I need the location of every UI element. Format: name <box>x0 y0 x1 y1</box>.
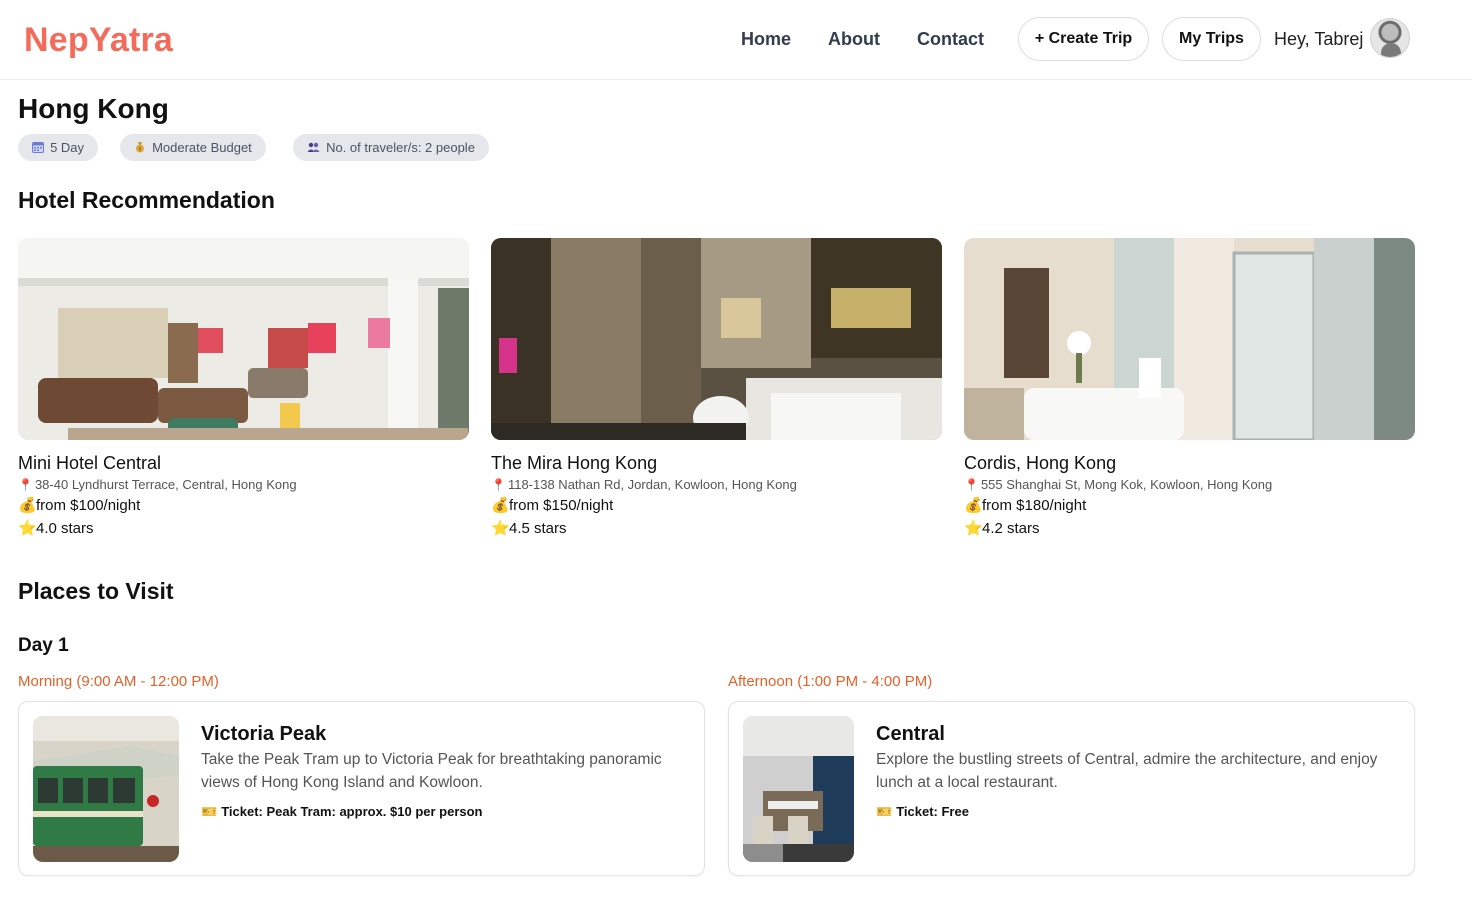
place-description: Explore the bustling streets of Central,… <box>876 751 1378 791</box>
create-trip-button[interactable]: + Create Trip <box>1018 17 1149 61</box>
calendar-icon <box>32 142 47 155</box>
place-image <box>33 716 179 862</box>
ticket-icon: 🎫 <box>201 804 218 819</box>
hotel-card[interactable]: Mini Hotel Central 📍 38-40 Lyndhurst Terr… <box>18 238 469 539</box>
nav-home-link[interactable]: Home <box>741 28 791 50</box>
user-avatar[interactable] <box>1370 18 1410 58</box>
hotel-card[interactable]: Cordis, Hong Kong 📍 555 Shanghai St, Mong… <box>964 238 1415 539</box>
hotel-image <box>491 238 942 440</box>
travelers-label: No. of traveler/s: 2 people <box>326 140 475 155</box>
place-description: Take the Peak Tram up to Victoria Peak f… <box>201 751 662 791</box>
money-bag-icon: 💰 <box>491 497 510 514</box>
hotel-name: Cordis, Hong Kong <box>964 453 1117 473</box>
my-trips-button[interactable]: My Trips <box>1162 17 1261 61</box>
hotel-price: 💰from $180/night <box>964 497 1087 514</box>
pin-icon: 📍 <box>18 478 33 492</box>
place-ticket: 🎫 Ticket: Peak Tram: approx. $10 per pers… <box>201 804 483 819</box>
afternoon-slot-title: Afternoon (1:00 PM - 4:00 PM) <box>728 673 933 690</box>
user-greeting: Hey, Tabrej <box>1274 29 1364 49</box>
logo[interactable]: NepYatra <box>24 20 173 60</box>
duration-label: 5 Day <box>50 140 85 155</box>
money-bag-icon: $ <box>134 142 149 155</box>
pin-icon: 📍 <box>491 478 506 492</box>
star-icon: ⭐ <box>18 520 37 537</box>
hotel-section-title: Hotel Recommendation <box>18 187 275 213</box>
hotel-rating: ⭐4.5 stars <box>491 520 567 537</box>
nav-about-link[interactable]: About <box>828 28 880 50</box>
place-name: Central <box>876 723 945 745</box>
place-ticket: 🎫 Ticket: Free <box>876 804 969 819</box>
star-icon: ⭐ <box>964 520 983 537</box>
hotel-address: 📍 118-138 Nathan Rd, Jordan, Kowloon, Hon… <box>491 477 797 492</box>
star-icon: ⭐ <box>491 520 510 537</box>
travelers-tag: No. of traveler/s: 2 people <box>293 134 489 161</box>
money-bag-icon: 💰 <box>18 497 37 514</box>
hotel-price: 💰from $150/night <box>491 497 614 514</box>
top-navbar: NepYatra Home About Contact + Create Tri… <box>0 0 1472 80</box>
hotel-image <box>18 238 469 440</box>
hotel-address: 📍 555 Shanghai St, Mong Kok, Kowloon, Hon… <box>964 477 1273 492</box>
ticket-icon: 🎫 <box>876 804 893 819</box>
places-section-title: Places to Visit <box>18 578 174 604</box>
pin-icon: 📍 <box>964 478 979 492</box>
hotel-address: 📍 38-40 Lyndhurst Terrace, Central, Hong … <box>18 477 297 492</box>
duration-tag: 5 Day <box>18 134 99 161</box>
hotel-name: Mini Hotel Central <box>18 453 162 473</box>
hotel-rating: ⭐4.2 stars <box>964 520 1040 537</box>
hotel-card[interactable]: The Mira Hong Kong 📍 118-138 Nathan Rd, J… <box>491 238 942 539</box>
hotel-image <box>964 238 1415 440</box>
day-title: Day 1 <box>18 635 69 656</box>
morning-slot-title: Morning (9:00 AM - 12:00 PM) <box>18 673 219 690</box>
place-card[interactable]: Central Explore the bustling streets of … <box>728 701 1415 876</box>
place-name: Victoria Peak <box>201 723 327 745</box>
nav-contact-link[interactable]: Contact <box>917 28 984 50</box>
place-image <box>743 716 854 862</box>
budget-tag: $ Moderate Budget <box>120 134 266 161</box>
hotel-rating: ⭐4.0 stars <box>18 520 94 537</box>
hotel-price: 💰from $100/night <box>18 497 141 514</box>
budget-label: Moderate Budget <box>152 140 252 155</box>
trip-title: Hong Kong <box>18 93 169 124</box>
money-bag-icon: 💰 <box>964 497 983 514</box>
svg-text:$: $ <box>138 147 141 153</box>
hotel-name: The Mira Hong Kong <box>491 453 658 473</box>
people-icon <box>307 142 323 155</box>
place-card[interactable]: Victoria Peak Take the Peak Tram up to V… <box>18 701 705 876</box>
